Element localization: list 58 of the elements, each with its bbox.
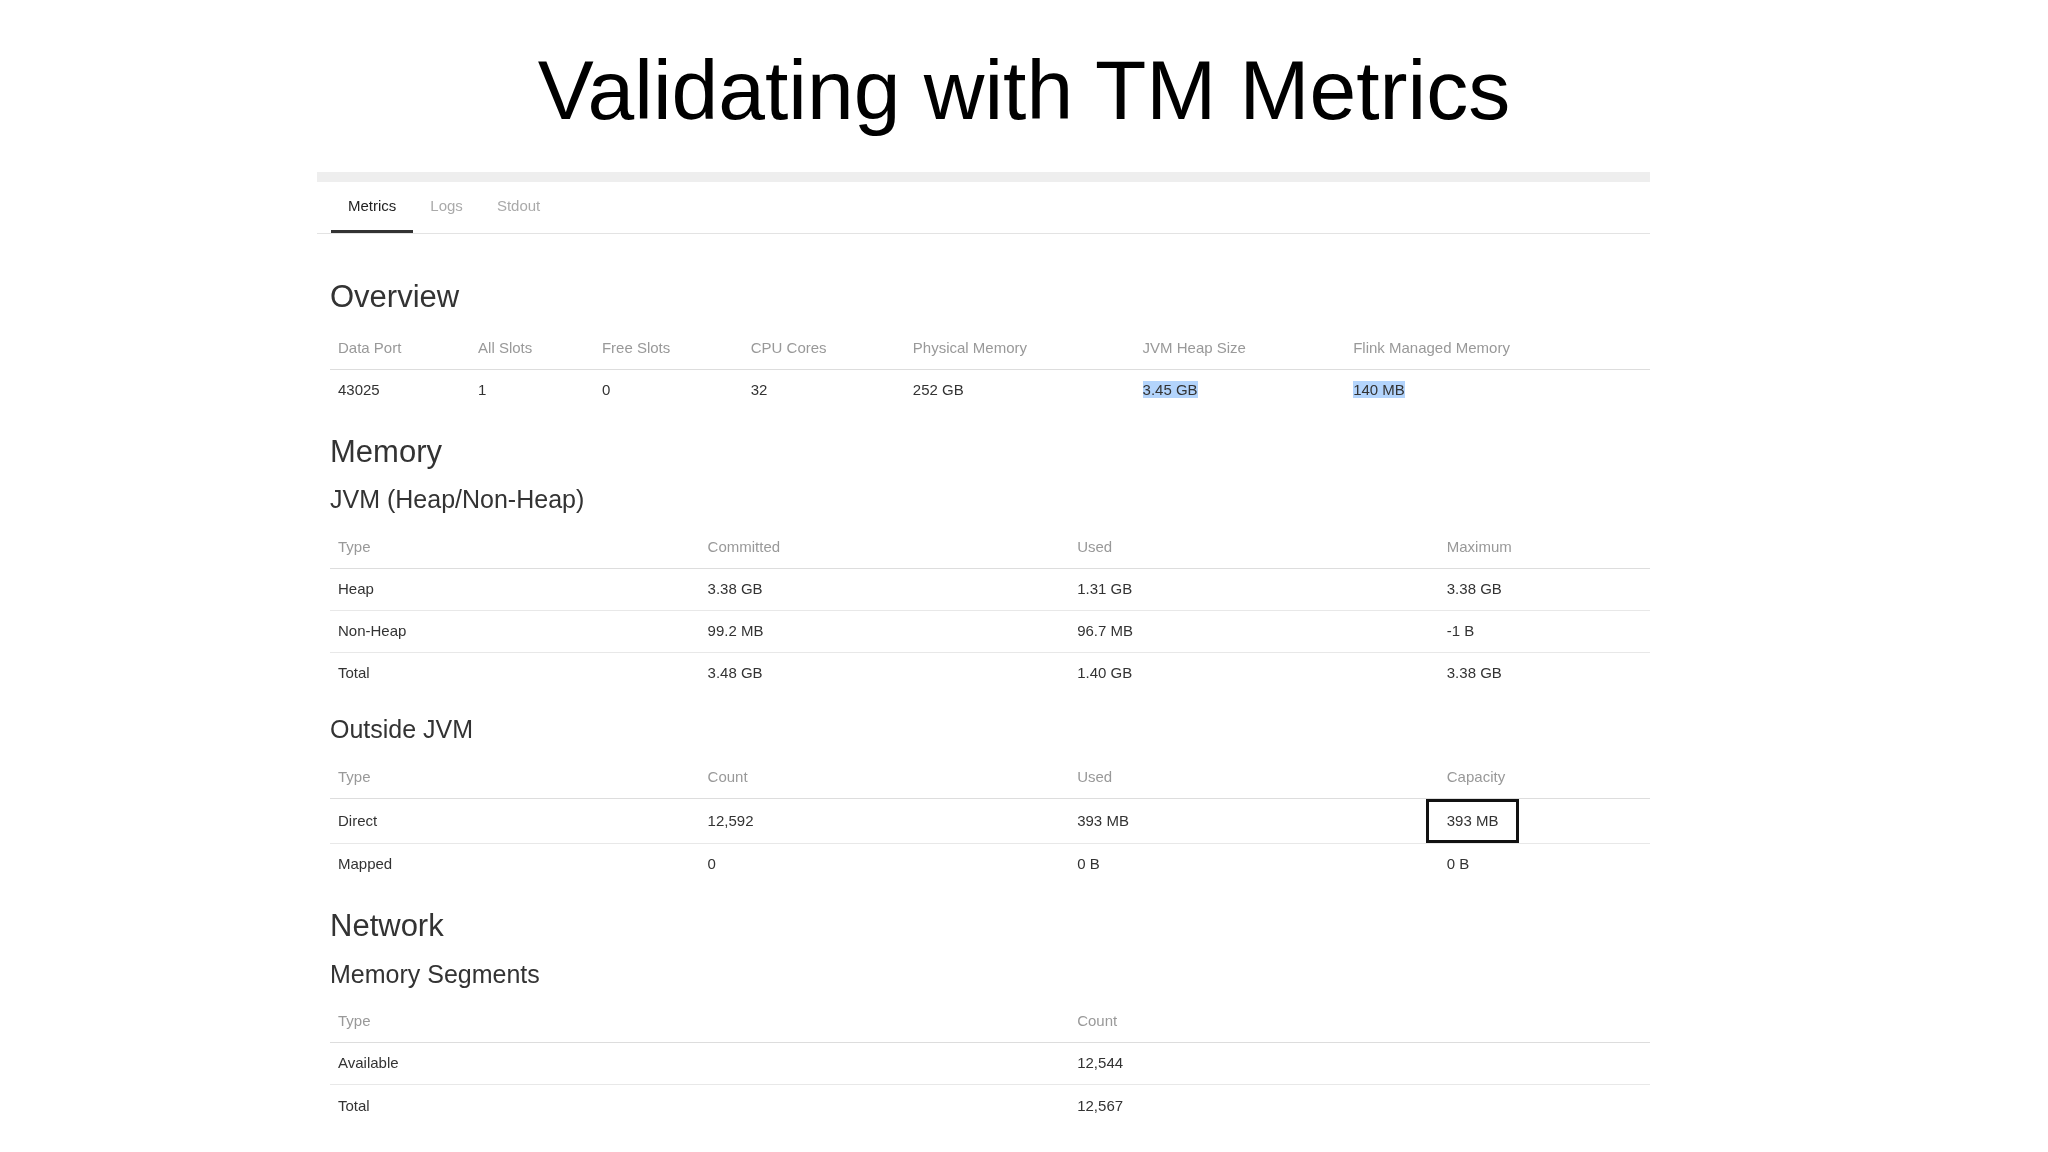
table-cell: 3.48 GB: [707, 664, 763, 682]
table-cell: 393 MB: [1077, 811, 1129, 829]
table-cell: 12,544: [1077, 1054, 1124, 1072]
table-cell: Non-Heap: [338, 622, 407, 640]
column-header: CPU Cores: [750, 338, 827, 356]
table-cell: 1.31 GB: [1077, 580, 1133, 598]
highlighted-value: 3.45 GB: [1142, 381, 1198, 399]
table-cell: 43025: [338, 381, 380, 399]
section-heading: Memory: [330, 433, 443, 471]
table-cell: -1 B: [1446, 622, 1475, 640]
subsection-heading: Outside JVM: [330, 714, 475, 745]
column-header: Data Port: [338, 338, 402, 356]
section-heading: Overview: [330, 278, 461, 316]
column-header: Used: [1077, 537, 1113, 555]
table-cell: 3.38 GB: [1446, 580, 1502, 598]
highlighted-value: 140 MB: [1353, 381, 1405, 399]
column-header: Flink Managed Memory: [1353, 338, 1510, 356]
column-header: JVM Heap Size: [1142, 338, 1246, 356]
outlined-value: 393 MB: [1425, 798, 1520, 843]
column-header: Type: [338, 767, 371, 785]
section-heading: Network: [330, 907, 445, 945]
subsection-heading: JVM (Heap/Non-Heap): [330, 484, 586, 515]
slide-title: Validating with TM Metrics: [536, 42, 1512, 139]
table-cell: Total: [338, 1096, 370, 1114]
table-cell: 0: [601, 381, 611, 399]
table-cell: 0: [707, 855, 716, 873]
table-cell: Heap: [338, 580, 374, 598]
table-cell: 12,567: [1077, 1096, 1124, 1114]
table-cell: 96.7 MB: [1077, 622, 1134, 640]
table-cell: Available: [338, 1054, 399, 1072]
table-cell: 0 B: [1077, 855, 1100, 873]
table-cell: 0 B: [1446, 855, 1470, 873]
column-header: Count: [707, 767, 748, 785]
table-cell: 32: [750, 381, 768, 399]
column-header: Physical Memory: [912, 338, 1027, 356]
table-cell: 252 GB: [912, 381, 964, 399]
column-header: Count: [1077, 1012, 1118, 1030]
table-cell: 3.38 GB: [1446, 664, 1502, 682]
table-cell: 1.40 GB: [1077, 664, 1133, 682]
table-cell: Mapped: [338, 855, 393, 873]
column-header: Maximum: [1446, 537, 1512, 555]
column-header: Capacity: [1446, 767, 1506, 785]
table-cell: 12,592: [707, 811, 754, 829]
column-header: All Slots: [478, 338, 533, 356]
subsection-heading: Memory Segments: [330, 958, 541, 989]
table-cell: Total: [338, 664, 370, 682]
column-header: Used: [1077, 767, 1113, 785]
table-cell: 1: [478, 381, 487, 399]
column-header: Type: [338, 1012, 371, 1030]
tab[interactable]: Metrics: [331, 182, 414, 233]
table-cell: 99.2 MB: [707, 622, 764, 640]
column-header: Type: [338, 537, 371, 555]
tab[interactable]: Logs: [413, 182, 480, 233]
column-header: Committed: [707, 537, 781, 555]
table-cell: Direct: [338, 811, 378, 829]
column-header: Free Slots: [601, 338, 671, 356]
tab[interactable]: Stdout: [479, 182, 558, 233]
table-cell: 3.38 GB: [707, 580, 763, 598]
